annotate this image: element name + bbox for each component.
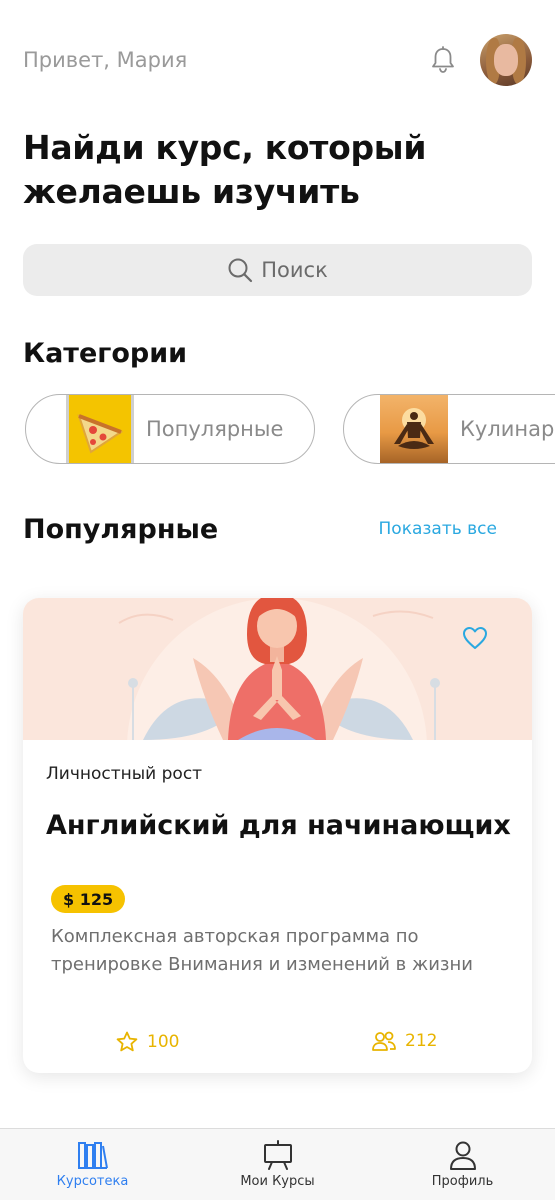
bell-icon [432, 46, 454, 73]
search-input[interactable]: Поиск [23, 244, 532, 296]
users-icon [372, 1031, 396, 1051]
user-icon [449, 1141, 476, 1170]
show-all-link[interactable]: Показать все [379, 519, 497, 539]
search-placeholder: Поиск [261, 258, 328, 282]
greeting-text: Привет, Мария [23, 48, 188, 72]
course-students: 212 [371, 1030, 437, 1052]
tab-profile[interactable]: Профиль [398, 1140, 528, 1189]
category-chip-cooking[interactable]: Кулинарн [343, 394, 555, 464]
header: Привет, Мария [23, 30, 532, 90]
tab-library[interactable]: Курсотека [28, 1140, 158, 1189]
presentation-board-icon [263, 1140, 292, 1170]
page-title: Найди курс, который желаешь изучить [23, 128, 427, 211]
search-icon [228, 258, 253, 283]
price-badge: $ 125 [51, 885, 126, 913]
category-chip-popular[interactable]: Популярные [25, 394, 315, 464]
meditation-silhouette-icon [394, 408, 434, 449]
meditation-sunset-image [380, 395, 448, 463]
categories-title: Категории [23, 338, 188, 369]
categories-row[interactable]: Популярные Кулинарн [25, 394, 555, 466]
students-value: 212 [405, 1031, 438, 1051]
avatar-face [494, 44, 518, 76]
heart-icon[interactable] [462, 626, 488, 650]
header-actions [428, 34, 532, 86]
category-label: Популярные [146, 417, 284, 441]
books-icon [77, 1142, 108, 1169]
tab-label: Профиль [431, 1174, 494, 1189]
pizza-slice-icon [77, 414, 124, 454]
rating-value: 100 [147, 1032, 180, 1052]
tab-label: Курсотека [56, 1174, 129, 1189]
pizza-image [66, 395, 134, 463]
course-image [23, 598, 532, 740]
course-description: Комплексная авторская программа по трени… [51, 926, 473, 975]
popular-title: Популярные [23, 514, 219, 545]
category-label: Кулинарн [460, 417, 555, 441]
meditating-woman-illustration [118, 598, 440, 740]
star-icon [116, 1031, 138, 1052]
course-card[interactable]: Личностный рост Английский для начинающи… [23, 598, 532, 1073]
tab-label: Мои Курсы [240, 1174, 315, 1189]
avatar[interactable] [480, 34, 532, 86]
course-title: Английский для начинающих [46, 810, 511, 841]
notifications-button[interactable] [428, 45, 458, 75]
bottom-tab-bar: Курсотека Мои Курсы Профиль [0, 1128, 555, 1200]
course-category: Личностный рост [46, 764, 203, 784]
course-rating: 100 [115, 1030, 179, 1054]
tab-my-courses[interactable]: Мои Курсы [213, 1140, 343, 1189]
